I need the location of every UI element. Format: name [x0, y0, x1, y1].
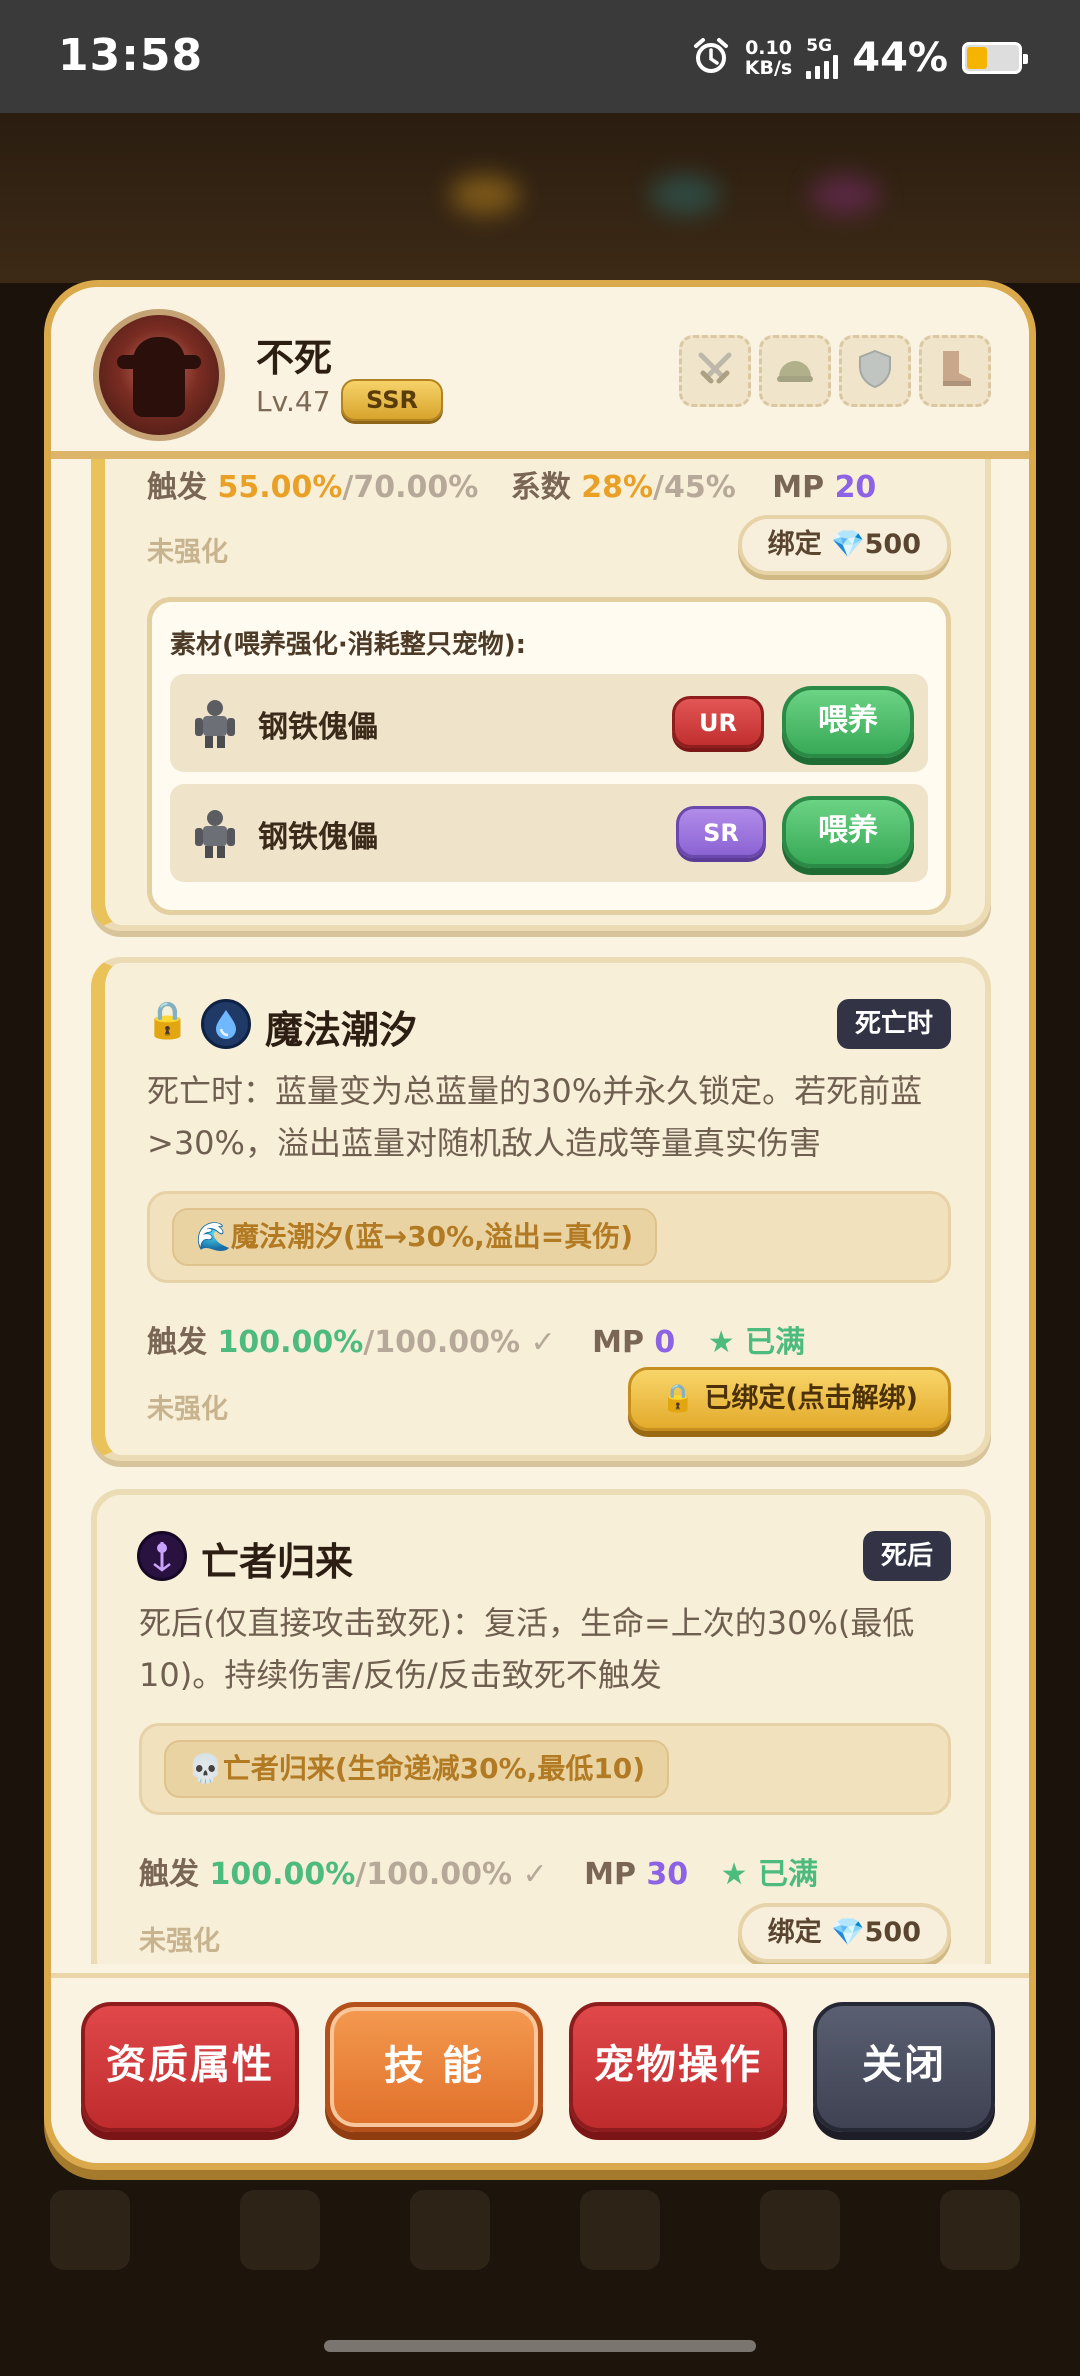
unbind-button[interactable]: 🔒 已绑定(点击解绑) [628, 1367, 951, 1431]
mp-label: MP [584, 1857, 636, 1892]
coef-max: /45% [653, 470, 736, 505]
pet-level: Lv.47 [256, 385, 331, 418]
trigger-label: 触发 [147, 470, 207, 505]
trigger-max: /100.00% [363, 1325, 521, 1360]
trigger-label: 触发 [147, 1325, 207, 1360]
coef-value: 28% [581, 470, 654, 505]
mp-label: MP [772, 470, 825, 505]
status-bar: 13:58 0.10 KB/s 5G 44% [0, 0, 1080, 113]
skill-stats: 触发 100.00%/100.00% ✓ MP 0 ★ 已满 [147, 1317, 805, 1361]
water-drop-icon [201, 999, 251, 1049]
coef-label: 系数 [510, 470, 571, 505]
enhance-status: 未强化 [147, 1394, 228, 1425]
equip-slot-helmet[interactable] [759, 335, 831, 407]
effect-box: 💀亡者归来(生命递减30%,最低10) [139, 1723, 951, 1815]
home-indicator[interactable] [324, 2340, 756, 2352]
tab-pet-actions-button[interactable]: 宠物操作 [569, 2002, 787, 2132]
full-label: ★ 已满 [720, 1857, 818, 1892]
effect-box: 🌊魔法潮汐(蓝→30%,溢出=真伤) [147, 1191, 951, 1283]
battery-percent: 44% [852, 35, 948, 81]
net-speed-value: 0.10 [745, 37, 792, 59]
skill-stats: 触发 100.00%/100.00% ✓ MP 30 ★ 已满 [139, 1849, 818, 1893]
pet-name: 不死 [256, 336, 333, 380]
material-row: 钢铁傀儡 SR 喂养 [170, 784, 928, 882]
skill-list[interactable]: 触发 55.00%/70.00% 系数 28%/45% MP 20 未强化 绑定… [51, 459, 1029, 1964]
materials-title: 素材(喂养强化·消耗整只宠物): [170, 630, 527, 660]
rarity-badge-sr: SR [676, 806, 766, 858]
alarm-icon [691, 36, 731, 80]
status-time: 13:58 [58, 30, 204, 81]
rarity-badge: SSR [341, 379, 443, 421]
trigger-tag: 死后 [862, 1531, 951, 1581]
equip-slot-boots[interactable] [919, 335, 991, 407]
battery-icon [962, 42, 1028, 74]
material-name: 钢铁傀儡 [258, 820, 378, 855]
status-right: 0.10 KB/s 5G 44% [691, 30, 1028, 86]
skill-card: 亡者归来 死后 死后(仅直接攻击致死)：复活，生命=上次的30%(最低10)。持… [91, 1489, 991, 1964]
helmet-icon [773, 347, 817, 395]
enhance-status: 未强化 [139, 1926, 220, 1957]
revive-icon [137, 1531, 187, 1581]
feed-button[interactable]: 喂养 [782, 796, 914, 868]
equip-slot-armor[interactable] [839, 335, 911, 407]
check-icon: ✓ [530, 1325, 556, 1360]
effect-pill: 💀亡者归来(生命递减30%,最低10) [164, 1740, 670, 1798]
trigger-label: 触发 [139, 1857, 199, 1892]
background-glow [650, 175, 720, 215]
trigger-max: /100.00% [355, 1857, 513, 1892]
sword-icon [693, 347, 737, 395]
check-icon: ✓ [522, 1857, 548, 1892]
skill-title: 魔法潮汐 [265, 1008, 418, 1052]
trigger-max: /70.00% [342, 470, 479, 505]
skill-card: 触发 55.00%/70.00% 系数 28%/45% MP 20 未强化 绑定… [91, 459, 991, 931]
full-label: ★ 已满 [707, 1325, 806, 1360]
shield-icon [853, 347, 897, 395]
mp-label: MP [592, 1325, 644, 1360]
background-glow [810, 175, 880, 215]
golem-icon [190, 806, 240, 860]
mp-value: 20 [834, 470, 877, 505]
tab-skills-button[interactable]: 技 能 [325, 2002, 543, 2132]
background-scene [0, 113, 1080, 283]
trigger-value: 100.00% [217, 1325, 364, 1360]
material-row: 钢铁傀儡 UR 喂养 [170, 674, 928, 772]
boot-icon [933, 347, 977, 395]
skill-description: 死亡时：蓝量变为总蓝量的30%并永久锁定。若死前蓝>30%，溢出蓝量对随机敌人造… [147, 1072, 923, 1162]
enhance-status: 未强化 [147, 537, 228, 568]
effect-pill: 🌊魔法潮汐(蓝→30%,溢出=真伤) [172, 1208, 658, 1266]
pet-detail-modal: 不死 Lv.47 SSR 触发 55.00%/70.00% 系数 28%/45%… [44, 280, 1036, 2170]
skill-description: 死后(仅直接攻击致死)：复活，生命=上次的30%(最低10)。持续伤害/反伤/反… [139, 1604, 915, 1694]
signal-icon: 5G [806, 35, 839, 79]
bind-button[interactable]: 绑定 💎500 [737, 1903, 951, 1963]
golem-icon [190, 696, 240, 750]
materials-box: 素材(喂养强化·消耗整只宠物): 钢铁傀儡 UR 喂养 钢铁傀儡 SR 喂养 [147, 597, 951, 915]
net-speed: 0.10 KB/s [745, 38, 792, 78]
skill-stats: 触发 55.00%/70.00% 系数 28%/45% MP 20 [147, 462, 876, 506]
feed-button[interactable]: 喂养 [782, 686, 914, 758]
skill-card: 🔒 魔法潮汐 死亡时 死亡时：蓝量变为总蓝量的30%并永久锁定。若死前蓝>30%… [91, 957, 991, 1461]
trigger-value: 100.00% [209, 1857, 356, 1892]
tab-aptitude-button[interactable]: 资质属性 [81, 2002, 299, 2132]
pet-header: 不死 Lv.47 SSR [51, 287, 1029, 459]
background-glow [450, 175, 520, 215]
equip-slot-weapon[interactable] [679, 335, 751, 407]
skill-title: 亡者归来 [201, 1540, 354, 1584]
trigger-value: 55.00% [217, 470, 343, 505]
mp-value: 0 [654, 1325, 676, 1360]
close-button[interactable]: 关闭 [813, 2002, 995, 2132]
trigger-tag: 死亡时 [836, 999, 951, 1049]
bind-button[interactable]: 绑定 💎500 [737, 515, 951, 575]
net-speed-unit: KB/s [744, 57, 793, 79]
modal-footer: 资质属性 技 能 宠物操作 关闭 [51, 1973, 1029, 2163]
lock-icon: 🔒 [145, 1000, 190, 1041]
mp-value: 30 [646, 1857, 689, 1892]
material-name: 钢铁傀儡 [258, 710, 378, 745]
network-type: 5G [806, 35, 833, 56]
rarity-badge-ur: UR [672, 696, 764, 748]
pet-avatar [93, 309, 225, 441]
